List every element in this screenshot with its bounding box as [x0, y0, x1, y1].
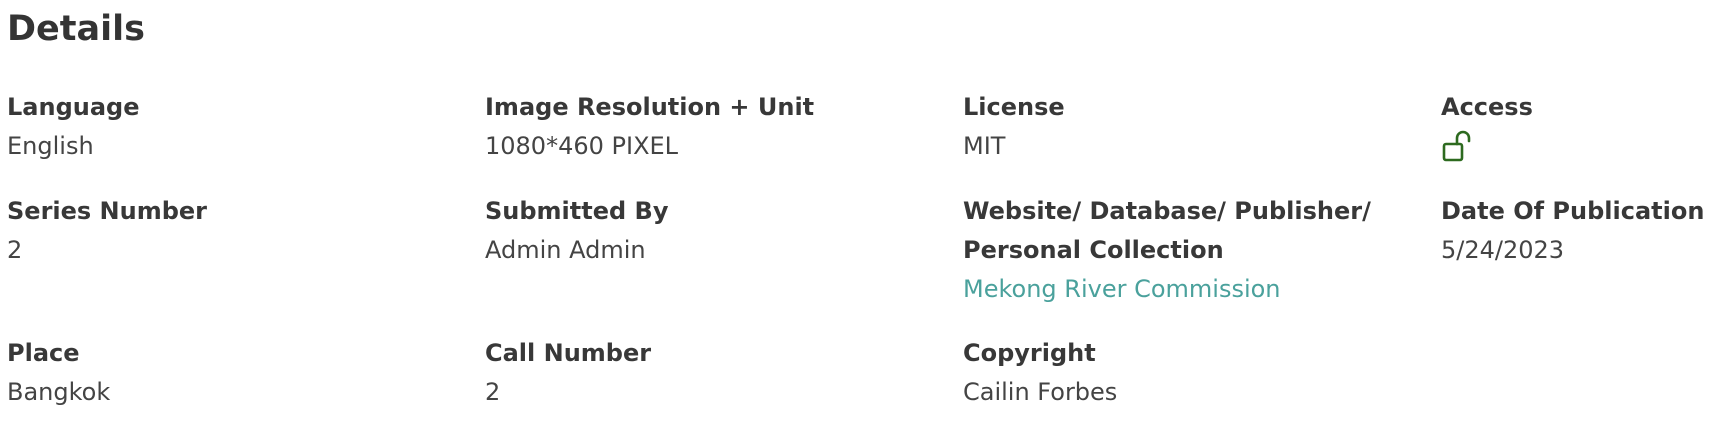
details-grid: Language English Image Resolution + Unit…	[7, 88, 1720, 438]
field-value: 2	[485, 378, 501, 406]
field-submitted-by: Submitted By Admin Admin	[485, 192, 963, 334]
field-value: Bangkok	[7, 378, 111, 406]
field-publisher: Website/ Database/ Publisher/ Personal C…	[963, 192, 1441, 334]
field-label: Submitted By	[485, 197, 669, 225]
empty-cell	[1441, 334, 1711, 438]
publisher-link[interactable]: Mekong River Commission	[963, 270, 1441, 309]
field-copyright: Copyright Cailin Forbes	[963, 334, 1441, 438]
field-place: Place Bangkok	[7, 334, 485, 438]
field-date-of-publication: Date Of Publication 5/24/2023	[1441, 192, 1711, 334]
field-access: Access	[1441, 88, 1711, 192]
field-label: License	[963, 93, 1065, 121]
field-label: Copyright	[963, 339, 1096, 367]
field-value: 2	[7, 236, 23, 264]
field-series-number: Series Number 2	[7, 192, 485, 334]
field-label-line2: Personal Collection	[963, 236, 1224, 264]
field-label: Place	[7, 339, 80, 367]
field-call-number: Call Number 2	[485, 334, 963, 438]
details-section: Details Language English Image Resolutio…	[0, 0, 1720, 420]
field-label: Date Of Publication	[1441, 197, 1705, 225]
section-title: Details	[7, 9, 145, 49]
field-label-line1: Website/ Database/ Publisher/	[963, 197, 1371, 225]
field-value: 5/24/2023	[1441, 236, 1565, 264]
field-license: License MIT	[963, 88, 1441, 192]
field-value: English	[7, 132, 94, 160]
field-label: Access	[1441, 93, 1533, 121]
field-value: 1080*460 PIXEL	[485, 132, 679, 160]
field-label: Language	[7, 93, 140, 121]
field-label: Image Resolution + Unit	[485, 93, 815, 121]
field-language: Language English	[7, 88, 485, 192]
field-value: Admin Admin	[485, 236, 646, 264]
field-value: MIT	[963, 132, 1006, 160]
field-value: Cailin Forbes	[963, 378, 1118, 406]
field-image-resolution: Image Resolution + Unit 1080*460 PIXEL	[485, 88, 963, 192]
access-value	[1441, 127, 1711, 177]
field-label: Series Number	[7, 197, 208, 225]
field-label: Call Number	[485, 339, 652, 367]
unlocked-padlock-icon	[1441, 129, 1475, 165]
